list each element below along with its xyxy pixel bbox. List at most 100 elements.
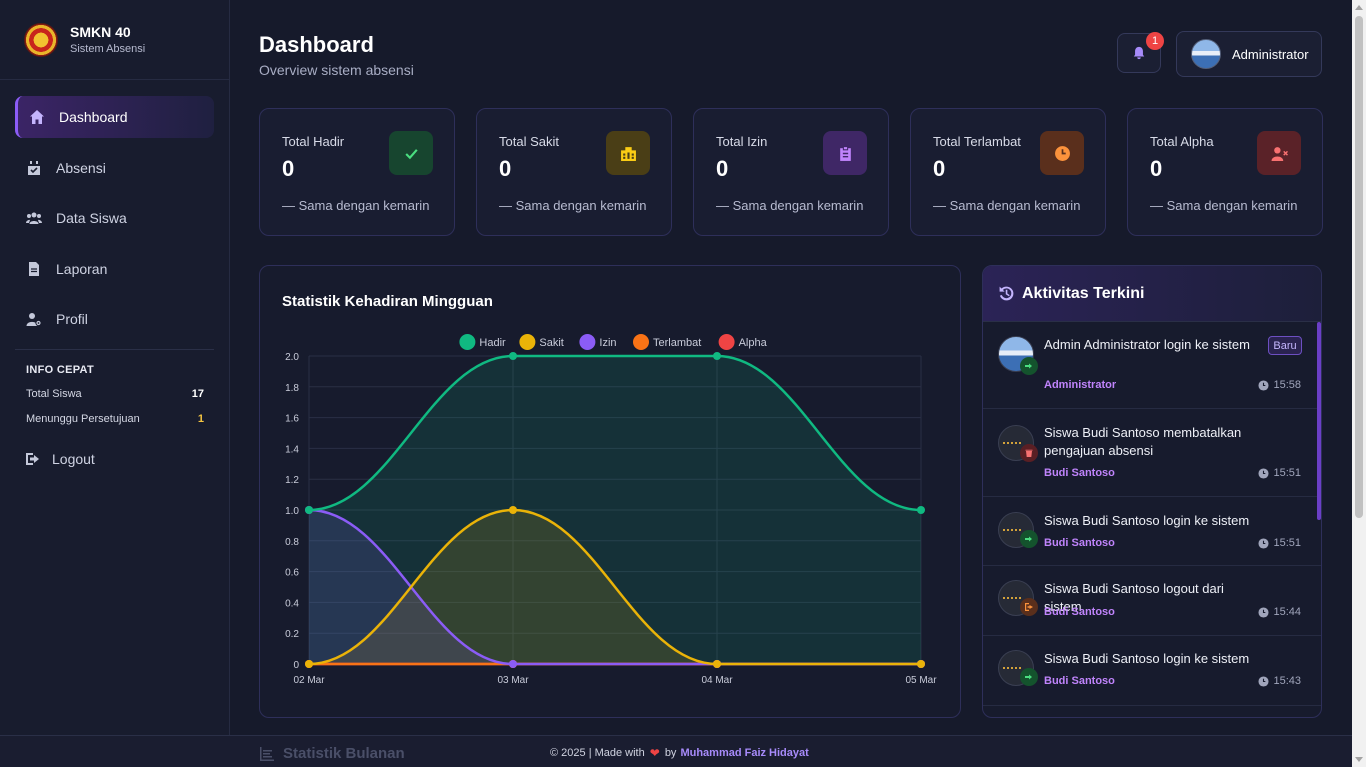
page-scrollbar[interactable] <box>1352 0 1366 767</box>
brand[interactable]: SMKN 40 Sistem Absensi <box>0 0 229 80</box>
notification-badge: 1 <box>1146 32 1164 50</box>
activity-time: 15:44 <box>1258 606 1301 618</box>
quick-info-value: 1 <box>197 412 204 425</box>
brand-subtitle: Sistem Absensi <box>70 43 146 55</box>
activity-scrollbar[interactable] <box>1317 322 1321 520</box>
stat-card-izin: Total Izin 0 — Sama dengan kemarin <box>693 108 889 236</box>
activity-time-text: 15:51 <box>1273 537 1301 549</box>
user-menu-button[interactable]: Administrator <box>1176 31 1322 77</box>
file-icon <box>25 260 43 278</box>
y-tick-label: 0.4 <box>285 598 299 609</box>
stat-value: 0 <box>933 156 946 181</box>
data-point <box>917 506 925 514</box>
login-icon <box>1020 530 1038 548</box>
activity-user: Budi Santoso <box>1044 606 1115 618</box>
scroll-thumb[interactable] <box>1355 16 1363 518</box>
sidebar-item-label: Profil <box>56 311 88 327</box>
data-point <box>509 660 517 668</box>
clock-icon <box>1258 379 1270 391</box>
weekly-attendance-chart-panel: Statistik Kehadiran Mingguan 0 0.2 0.4 0.6 0… <box>259 265 961 718</box>
activity-item[interactable]: Siswa Budi Santoso login ke sistem Budi … <box>983 497 1321 566</box>
activity-item[interactable]: Admin Administrator login ke sistem Admi… <box>983 322 1321 409</box>
avatar <box>1191 39 1221 69</box>
sidebar: SMKN 40 Sistem Absensi Dashboard Absensi… <box>0 0 230 767</box>
activity-text: Siswa Budi Santoso login ke sistem <box>1044 651 1250 666</box>
activity-user: Administrator <box>1044 379 1117 391</box>
x-tick-label: 03 Mar <box>497 675 529 686</box>
scroll-down-arrow[interactable] <box>1355 757 1363 762</box>
footer-credit: © 2025 | Made with ❤ by Muhammad Faiz Hi… <box>550 746 809 760</box>
sidebar-item-profil[interactable]: Profil <box>15 298 214 340</box>
trash-icon <box>1020 444 1038 462</box>
activity-time: 15:58 <box>1258 379 1301 391</box>
data-point <box>509 352 517 360</box>
legend-label: Izin <box>599 337 616 349</box>
legend-label: Terlambat <box>653 337 701 349</box>
stat-value: 0 <box>1150 156 1163 181</box>
clock-icon <box>1258 606 1270 618</box>
legend-marker <box>579 334 596 350</box>
user-name: Administrator <box>1232 46 1309 62</box>
stat-label: Total Alpha <box>1150 134 1214 149</box>
stat-card-alpha: Total Alpha 0 — Sama dengan kemarin <box>1127 108 1323 236</box>
sidebar-item-label: Dashboard <box>59 109 128 125</box>
recent-activity-panel: Aktivitas Terkini Admin Administrator lo… <box>982 265 1322 718</box>
activity-header: Aktivitas Terkini <box>983 266 1321 322</box>
sidebar-item-dashboard[interactable]: Dashboard <box>15 96 214 138</box>
page-subtitle: Overview sistem absensi <box>259 62 414 78</box>
stat-trend: — Sama dengan kemarin <box>282 198 430 213</box>
stat-trend-text: Sama dengan kemarin <box>298 198 430 213</box>
stat-label: Total Hadir <box>282 134 345 149</box>
stat-trend-text: Sama dengan kemarin <box>949 198 1081 213</box>
activity-item[interactable]: Siswa Budi Santoso logout dari sistem Bu… <box>983 566 1321 636</box>
sidebar-item-data-siswa[interactable]: Data Siswa <box>15 197 214 239</box>
login-icon <box>1020 668 1038 686</box>
activity-item[interactable]: Siswa Budi Santoso login ke sistem Budi … <box>983 636 1321 706</box>
user-x-icon <box>1257 131 1301 175</box>
quick-info: INFO CEPAT Total Siswa 17 Menunggu Perse… <box>0 350 229 425</box>
clock-icon <box>1258 537 1270 549</box>
y-tick-label: 1.2 <box>285 475 299 486</box>
hospital-icon <box>606 131 650 175</box>
activity-user: Budi Santoso <box>1044 675 1115 687</box>
data-point <box>713 352 721 360</box>
y-tick-label: 2.0 <box>285 352 299 363</box>
footer-copyright: © 2025 | Made with <box>550 747 645 759</box>
quick-info-title: INFO CEPAT <box>26 363 94 376</box>
sidebar-item-laporan[interactable]: Laporan <box>15 248 214 290</box>
y-tick-label: 0.2 <box>285 629 299 640</box>
stat-label: Total Izin <box>716 134 768 149</box>
home-icon <box>28 108 46 126</box>
activity-item[interactable]: Siswa Budi Santoso membatalkan pengajuan… <box>983 409 1321 497</box>
quick-info-label: Total Siswa <box>26 387 82 400</box>
stat-card-hadir: Total Hadir 0 — Sama dengan kemarin <box>259 108 455 236</box>
check-icon <box>389 131 433 175</box>
footer-by: by <box>664 747 677 759</box>
activity-text: Siswa Budi Santoso membatalkan pengajuan… <box>1044 425 1242 458</box>
activity-time: 15:43 <box>1258 675 1301 687</box>
new-badge: Baru <box>1268 336 1302 355</box>
logout-button[interactable]: Logout <box>0 451 229 467</box>
logout-label: Logout <box>52 450 95 467</box>
data-point <box>509 506 517 514</box>
y-tick-label: 1.0 <box>285 506 299 517</box>
activity-time-text: 15:51 <box>1273 467 1301 479</box>
quick-info-label: Menunggu Persetujuan <box>26 412 140 425</box>
legend-marker <box>519 334 536 350</box>
scroll-up-arrow[interactable] <box>1355 5 1363 10</box>
stat-trend-text: Sama dengan kemarin <box>1166 198 1298 213</box>
footer-author-link[interactable]: Muhammad Faiz Hidayat <box>680 747 808 759</box>
activity-user: Budi Santoso <box>1044 467 1115 479</box>
history-icon <box>999 286 1014 301</box>
clock-icon <box>1258 467 1270 479</box>
legend-marker <box>633 334 649 350</box>
page-title: Dashboard <box>259 32 374 57</box>
footer: Statistik Bulanan © 2025 | Made with ❤ b… <box>0 735 1366 767</box>
sidebar-item-absensi[interactable]: Absensi <box>15 147 214 189</box>
quick-info-row: Total Siswa 17 <box>26 388 204 400</box>
user-gear-icon <box>25 310 43 328</box>
activity-title: Aktivitas Terkini <box>1022 284 1145 302</box>
quick-info-row: Menunggu Persetujuan 1 <box>26 413 204 425</box>
data-point <box>713 660 721 668</box>
activity-time-text: 15:58 <box>1273 379 1301 391</box>
